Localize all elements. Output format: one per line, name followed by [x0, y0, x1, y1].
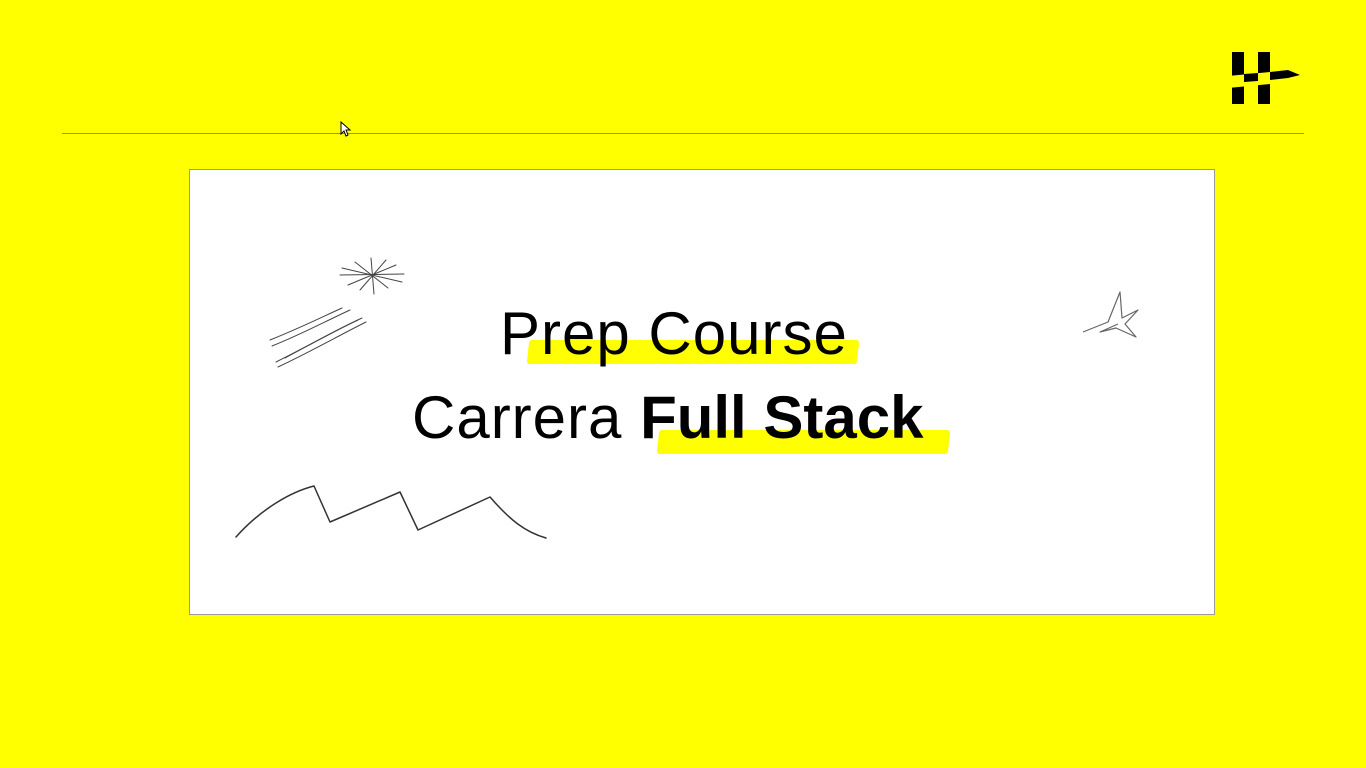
presentation-slide: Prep Course Carrera Full Stack [189, 169, 1215, 615]
star-doodle [1082, 291, 1139, 338]
sparkle-doodle [269, 257, 405, 368]
prep-course-text: Prep Course [500, 300, 848, 367]
mouse-pointer-icon [340, 121, 352, 137]
zigzag-doodle [235, 485, 547, 539]
slide-title-line-1: Prep Course [500, 304, 848, 364]
header-divider [62, 133, 1304, 134]
full-stack-text: Full Stack [640, 384, 924, 451]
carrera-text: Carrera [412, 384, 623, 451]
henry-logo-icon [1228, 52, 1300, 104]
slide-title-line-2: Carrera Full Stack [412, 388, 923, 448]
